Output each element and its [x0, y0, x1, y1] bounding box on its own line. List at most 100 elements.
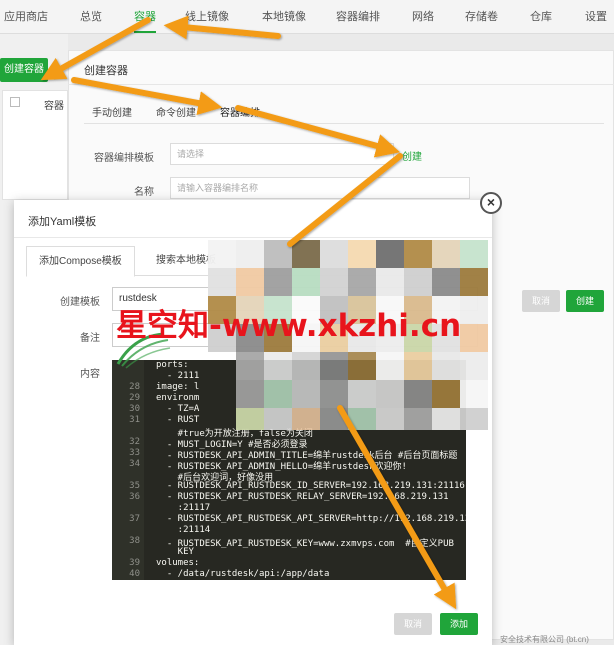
mosaic-cell — [348, 268, 376, 296]
bg-cancel-button[interactable]: 取消 — [522, 290, 560, 312]
mosaic-cell — [320, 352, 348, 380]
mosaic-cell — [320, 408, 348, 430]
code-line: :21114 — [156, 525, 211, 535]
bg-create-button[interactable]: 创建 — [566, 290, 604, 312]
modal-cancel-button[interactable]: 取消 — [394, 613, 432, 635]
mosaic-cell — [404, 240, 432, 268]
line-number: 37 — [129, 514, 140, 524]
mosaic-cell — [292, 352, 320, 380]
tab-manual-create[interactable]: 手动创建 — [92, 104, 132, 119]
mosaic-cell — [460, 296, 488, 324]
mosaic-cell — [432, 268, 460, 296]
nav-registry[interactable]: 仓库 — [530, 0, 552, 34]
mosaic-cell — [320, 240, 348, 268]
mosaic-cell — [236, 408, 264, 430]
mosaic-cell — [236, 352, 264, 380]
mosaic-cell — [376, 268, 404, 296]
mosaic-cell — [404, 352, 432, 380]
code-line: - RUSTDESK_API_RUSTDESK_ID_SERVER=192.16… — [156, 481, 465, 491]
line-number: 30 — [129, 404, 140, 414]
nav-volumes[interactable]: 存储卷 — [465, 0, 498, 34]
column-header-container: 容器 — [44, 101, 64, 112]
mosaic-cell — [348, 240, 376, 268]
divider — [14, 237, 492, 238]
line-number: 33 — [129, 448, 140, 458]
close-icon[interactable]: × — [480, 192, 502, 214]
content-label: 内容 — [80, 369, 100, 380]
mosaic-cell — [460, 268, 488, 296]
nav-active-indicator — [134, 31, 156, 33]
code-line: environm — [156, 393, 200, 403]
tab-compose-create[interactable]: 容器编排 — [220, 104, 260, 119]
mosaic-cell — [320, 268, 348, 296]
modal-add-button[interactable]: 添加 — [440, 613, 478, 635]
mosaic-cell — [264, 380, 292, 408]
nav-settings[interactable]: 设置 — [585, 0, 607, 34]
mosaic-cell — [236, 240, 264, 268]
line-number: 29 — [129, 393, 140, 403]
mosaic-cell — [292, 240, 320, 268]
mosaic-cell — [236, 380, 264, 408]
footer-copyright: 安全技术有限公司 (bt.cn) — [500, 635, 589, 644]
mosaic-cell — [460, 324, 488, 352]
nav-app-store[interactable]: 应用商店 — [4, 0, 48, 34]
top-nav: 应用商店 总览 容器 线上镜像 本地镜像 容器编排 网络 存储卷 仓库 设置 — [0, 0, 614, 34]
code-line: - /data/rustdesk/api:/app/data — [156, 569, 330, 579]
create-template-label: 创建模板 — [60, 297, 100, 308]
mosaic-cell — [208, 268, 236, 296]
mosaic-cell — [404, 380, 432, 408]
mosaic-cell — [348, 380, 376, 408]
code-line: - RUST — [156, 415, 200, 425]
mosaic-cell — [432, 380, 460, 408]
code-line: volumes: — [156, 558, 200, 568]
select-all-checkbox[interactable] — [10, 97, 20, 107]
nav-online-images[interactable]: 线上镜像 — [185, 0, 229, 34]
nav-local-images[interactable]: 本地镜像 — [262, 0, 306, 34]
divider — [68, 84, 614, 85]
mosaic-cell — [376, 352, 404, 380]
mosaic-cell — [320, 380, 348, 408]
watermark-text: 星空知-www.xkzhi.cn — [116, 308, 462, 344]
remark-label: 备注 — [80, 333, 100, 344]
template-select[interactable]: 请选择 — [170, 143, 394, 165]
mosaic-cell — [460, 380, 488, 408]
mosaic-cell — [376, 408, 404, 430]
line-number: 38 — [129, 536, 140, 546]
compose-name-input[interactable]: 请输入容器编排名称 — [170, 177, 470, 199]
mosaic-cell — [348, 408, 376, 430]
nav-network[interactable]: 网络 — [412, 0, 434, 34]
line-number: 34 — [129, 459, 140, 469]
line-number: 36 — [129, 492, 140, 502]
mosaic-cell — [404, 408, 432, 430]
mosaic-cell — [460, 240, 488, 268]
mosaic-cell — [264, 408, 292, 430]
line-number: 35 — [129, 481, 140, 491]
code-line: - TZ=A — [156, 404, 200, 414]
mosaic-cell — [236, 268, 264, 296]
modal-title: 添加Yaml模板 — [28, 216, 97, 228]
code-line: - RUSTDESK_API_RUSTDESK_RELAY_SERVER=192… — [156, 492, 449, 502]
mosaic-cell — [264, 352, 292, 380]
code-line: - RUSTDESK_API_RUSTDESK_API_SERVER=http:… — [156, 514, 466, 524]
code-line: :21117 — [156, 503, 211, 513]
nav-container[interactable]: 容器 — [134, 0, 156, 34]
nav-compose[interactable]: 容器编排 — [336, 0, 380, 34]
code-line: - RUSTDESK_API_RUSTDESK_KEY=www.zxmvps.c… — [156, 539, 454, 549]
create-container-title: 创建容器 — [84, 65, 128, 77]
tab-add-compose-template[interactable]: 添加Compose模板 — [26, 246, 135, 277]
mosaic-cell — [432, 408, 460, 430]
mosaic-cell — [404, 268, 432, 296]
mosaic-cell — [460, 352, 488, 380]
mosaic-cell — [348, 352, 376, 380]
nav-overview[interactable]: 总览 — [80, 0, 102, 34]
template-label: 容器编排模板 — [94, 153, 154, 164]
mosaic-cell — [264, 240, 292, 268]
tab-command-create[interactable]: 命令创建 — [156, 104, 196, 119]
create-container-button[interactable]: 创建容器 — [0, 58, 48, 82]
code-line: KEY — [156, 547, 194, 557]
create-template-link[interactable]: 创建 — [402, 148, 422, 163]
mosaic-cell — [460, 408, 488, 430]
mosaic-cell — [376, 380, 404, 408]
mosaic-cell — [208, 240, 236, 268]
mosaic-cell — [292, 380, 320, 408]
